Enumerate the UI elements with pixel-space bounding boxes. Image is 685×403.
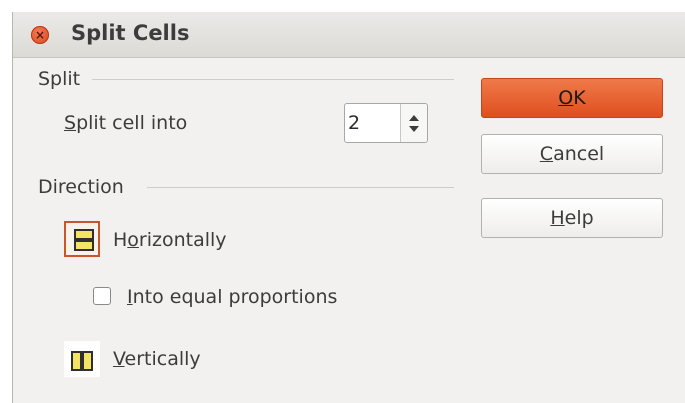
split-count-spinbox[interactable]: 2 [344, 103, 428, 143]
cancel-rest: ancel [553, 143, 605, 165]
icon-left-col [71, 351, 82, 371]
vertically-accel: V [113, 348, 125, 370]
cancel-accel: C [539, 143, 554, 165]
horizontally-rest: rizontally [138, 229, 227, 251]
split-section-label: Split [38, 68, 81, 90]
vertically-option[interactable]: Vertically [113, 348, 201, 370]
horizontally-pre: H [113, 229, 128, 251]
dialog-title: Split Cells [71, 21, 190, 45]
icon-bottom-cell [74, 240, 94, 251]
title-bar: × Split Cells [13, 12, 685, 58]
vertically-rest: ertically [124, 348, 201, 370]
close-button[interactable]: × [31, 26, 49, 44]
split-cell-into-text: plit cell into [76, 112, 188, 134]
split-horizontal-icon[interactable] [64, 221, 100, 257]
icon-right-col [82, 351, 93, 371]
spin-buttons[interactable] [400, 104, 427, 142]
split-cell-into-label: Split cell into [64, 112, 187, 134]
help-button[interactable]: Help [481, 198, 663, 238]
ok-button[interactable]: OK [481, 78, 663, 118]
equal-proportions-rest: nto equal proportions [132, 286, 338, 308]
ok-rest: K [573, 87, 586, 109]
spin-down-icon[interactable] [409, 126, 419, 132]
equal-proportions-label[interactable]: Into equal proportions [127, 286, 337, 308]
horizontally-accel: o [127, 229, 139, 251]
horizontally-option[interactable]: Horizontally [113, 229, 227, 251]
split-cells-dialog: × Split Cells Split Split cell into 2 Di… [12, 12, 685, 403]
split-cell-into-accel: S [64, 112, 77, 134]
close-icon: × [34, 28, 46, 42]
direction-section-label: Direction [38, 176, 124, 198]
split-count-value[interactable]: 2 [348, 112, 360, 134]
ok-accel: O [558, 87, 574, 109]
icon-top-cell [74, 229, 94, 240]
equal-proportions-checkbox[interactable] [93, 287, 111, 305]
cancel-button[interactable]: Cancel [481, 134, 663, 174]
spin-up-icon[interactable] [409, 115, 419, 121]
split-vertical-icon[interactable] [64, 341, 100, 377]
direction-section-divider [147, 187, 454, 188]
split-section-divider [92, 79, 454, 80]
help-rest: elp [564, 207, 594, 229]
help-accel: H [550, 207, 565, 229]
